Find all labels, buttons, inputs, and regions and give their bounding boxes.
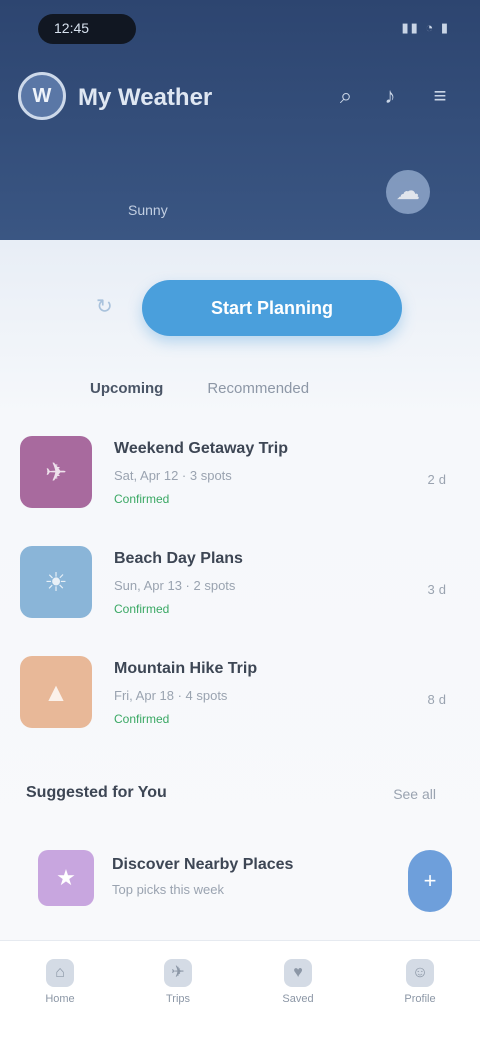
promo-title: Discover Nearby Places: [112, 856, 294, 873]
refresh-icon[interactable]: ↻: [96, 296, 118, 318]
item-subtitle: Fri, Apr 18 · 4 spots: [114, 688, 228, 703]
nav-item-saved[interactable]: ♥ Saved: [268, 959, 328, 1019]
mountain-icon: ▲: [20, 656, 92, 728]
item-meta: 2d: [427, 472, 450, 487]
start-planning-label: Start Planning: [210, 297, 333, 318]
item-title: Beach Day Plans: [114, 550, 243, 567]
tab-recommended[interactable]: Recommended: [207, 380, 309, 404]
app-bar: W My Weather ⌕ ♪ ≡: [0, 66, 480, 126]
start-planning-button[interactable]: Start Planning: [142, 280, 402, 336]
weather-area: ☁ Sunny: [0, 140, 480, 240]
nav-label: Saved: [282, 993, 314, 1005]
list-item[interactable]: ✈ Weekend Getaway Trip Sat, Apr 12 · 3 s…: [0, 436, 480, 536]
status-time: 12:45: [54, 20, 90, 36]
item-status: Confirmed: [114, 492, 170, 506]
app-title: My Weather: [78, 84, 213, 111]
tab-upcoming[interactable]: Upcoming: [90, 380, 163, 404]
bottom-nav: ⌂ Home ✈ Trips ♥ Saved ☺ Profile: [0, 940, 480, 1040]
item-meta: 8d: [427, 692, 450, 707]
nav-item-home[interactable]: ⌂ Home: [30, 959, 90, 1019]
item-subtitle: Sat, Apr 12 · 3 spots: [114, 468, 232, 483]
weather-label: Sunny: [128, 202, 168, 218]
app-logo[interactable]: W: [18, 72, 66, 120]
nav-item-trips[interactable]: ✈ Trips: [148, 959, 208, 1019]
logo-letter: W: [32, 84, 52, 107]
menu-icon[interactable]: ≡: [426, 82, 454, 110]
item-subtitle: Sun, Apr 13 · 2 spots: [114, 578, 236, 593]
plane-icon: ✈: [20, 436, 92, 508]
status-icons: ▮▮ ◔ ▮: [401, 20, 450, 35]
search-icon[interactable]: ⌕: [332, 82, 360, 110]
see-all-link[interactable]: See all: [393, 786, 436, 802]
plus-icon: +: [423, 868, 437, 893]
add-fab-button[interactable]: +: [408, 850, 452, 912]
profile-icon: ☺: [406, 959, 434, 987]
list-item[interactable]: ▲ Mountain Hike Trip Fri, Apr 18 · 4 spo…: [0, 656, 480, 756]
section-title: Suggested for You: [26, 784, 167, 801]
heart-icon: ♥: [284, 959, 312, 987]
item-title: Mountain Hike Trip: [114, 660, 258, 677]
item-status: Confirmed: [114, 602, 170, 616]
nav-label: Home: [45, 993, 75, 1005]
cloud-sun-icon[interactable]: ☁: [386, 170, 430, 214]
item-status: Confirmed: [114, 712, 170, 726]
star-icon: ★: [38, 850, 94, 906]
promo-item[interactable]: ★ Discover Nearby Places Top picks this …: [0, 850, 480, 920]
tab-bar: Upcoming Recommended: [90, 380, 390, 404]
nav-label: Trips: [165, 993, 191, 1005]
item-title: Weekend Getaway Trip: [114, 440, 288, 457]
trips-icon: ✈: [164, 959, 192, 987]
app-screen: 12:45 ▮▮ ◔ ▮ W My Weather ⌕ ♪ ≡ ☁ Sunny …: [0, 0, 480, 1040]
header: 12:45 ▮▮ ◔ ▮ W My Weather ⌕ ♪ ≡ ☁ Sunny: [0, 0, 480, 240]
list-item[interactable]: ☀ Beach Day Plans Sun, Apr 13 · 2 spots …: [0, 546, 480, 646]
nav-item-profile[interactable]: ☺ Profile: [390, 959, 450, 1019]
nav-label: Profile: [404, 993, 436, 1005]
sun-icon: ☀: [20, 546, 92, 618]
promo-subtitle: Top picks this week: [112, 882, 224, 897]
item-meta: 3d: [427, 582, 450, 597]
status-bar: 12:45 ▮▮ ◔ ▮: [0, 0, 480, 56]
main-content: ↻ Start Planning Upcoming Recommended ✈ …: [0, 240, 480, 940]
bell-icon[interactable]: ♪: [376, 82, 404, 110]
home-icon: ⌂: [46, 959, 74, 987]
